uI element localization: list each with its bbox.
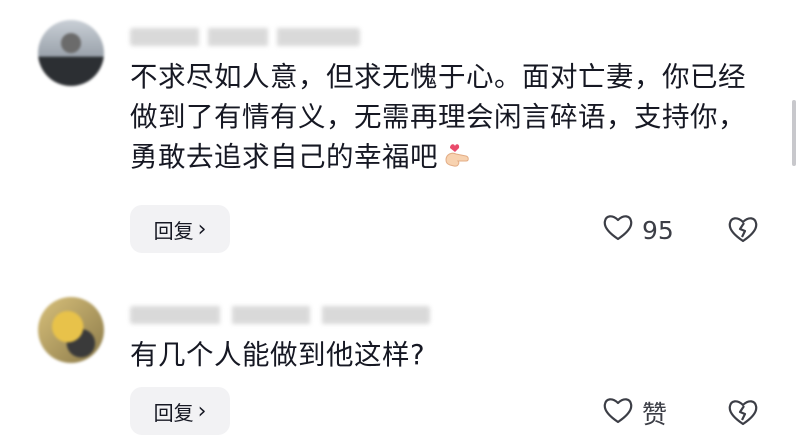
finger-heart-icon [440,138,472,181]
dislike-button[interactable] [727,214,759,248]
comment-meta-blurred [130,28,360,46]
broken-heart-icon [727,400,759,431]
like-count: 95 [642,215,674,245]
heart-icon [602,212,634,248]
avatar[interactable] [38,20,104,86]
scrollbar[interactable] [792,100,796,166]
heart-icon [602,395,634,431]
reply-button[interactable]: 回复 › [130,205,230,253]
comment-item: 有几个人能做到他这样? 回复 › 赞 [0,283,780,443]
comment-text: 有几个人能做到他这样? [130,339,426,371]
like-label: 赞 [642,400,668,429]
like-button[interactable]: 95 [602,212,674,248]
comment-meta-blurred [130,306,430,324]
dislike-button[interactable] [727,397,759,431]
chevron-right-icon: › [197,216,207,242]
broken-heart-icon [727,217,759,248]
like-button[interactable]: 赞 [602,395,667,431]
comment-item: 不求尽如人意，但求无愧于心。面对亡妻，你已经做到了有情有义，无需再理会闲言碎语，… [0,0,780,275]
avatar[interactable] [38,297,104,363]
chevron-right-icon: › [197,398,207,424]
comment-text: 不求尽如人意，但求无愧于心。面对亡妻，你已经做到了有情有义，无需再理会闲言碎语，… [130,57,752,181]
reply-button[interactable]: 回复 › [130,387,230,435]
